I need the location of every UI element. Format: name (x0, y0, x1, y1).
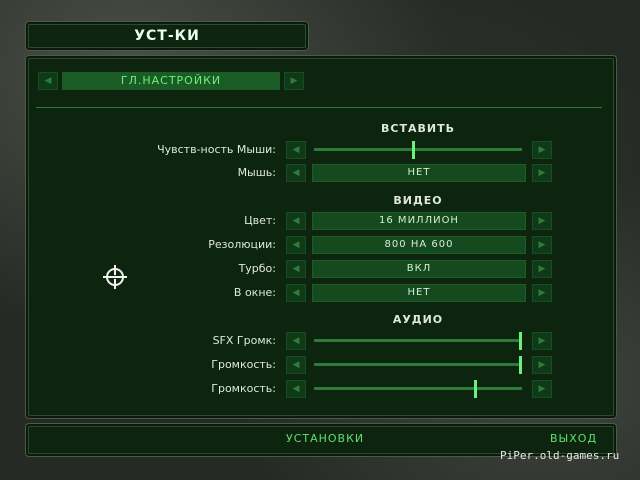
mouse-label: Мышь: (237, 166, 276, 179)
left-arrow-icon: ◀ (44, 76, 52, 86)
left-arrow-icon: ◀ (292, 240, 300, 250)
left-arrow-icon: ◀ (292, 360, 300, 370)
volume-1-label: Громкость: (211, 358, 276, 371)
right-arrow-icon: ▶ (538, 264, 546, 274)
color-prev[interactable]: ◀ (286, 212, 306, 230)
volume-1-increase[interactable]: ▶ (532, 356, 552, 374)
menu-label: ГЛ.НАСТРОЙКИ (62, 72, 280, 90)
right-arrow-icon: ▶ (538, 336, 546, 346)
turbo-label: Турбо: (238, 262, 276, 275)
left-arrow-icon: ◀ (292, 288, 300, 298)
right-arrow-icon: ▶ (538, 216, 546, 226)
volume-2-increase[interactable]: ▶ (532, 380, 552, 398)
turbo-value: ВКЛ (312, 260, 526, 278)
turbo-prev[interactable]: ◀ (286, 260, 306, 278)
mouse-sensitivity-label: Чувств-ность Мыши: (157, 143, 276, 156)
sfx-volume-label: SFX Громк: (212, 334, 276, 347)
sfx-volume-slider[interactable] (314, 339, 522, 342)
menu-prev-button[interactable]: ◀ (38, 72, 58, 90)
right-arrow-icon: ▶ (538, 384, 546, 394)
color-value: 16 МИЛЛИОН (312, 212, 526, 230)
mouse-value: НЕТ (312, 164, 526, 182)
left-arrow-icon: ◀ (292, 384, 300, 394)
screen-title: УСТ-КИ (134, 28, 200, 44)
sfx-volume-thumb[interactable] (519, 332, 522, 350)
volume-2-label: Громкость: (211, 382, 276, 395)
right-arrow-icon: ▶ (538, 360, 546, 370)
menu-next-button[interactable]: ▶ (284, 72, 304, 90)
volume-1-slider[interactable] (314, 363, 522, 366)
windowed-value: НЕТ (312, 284, 526, 302)
left-arrow-icon: ◀ (292, 336, 300, 346)
volume-1-decrease[interactable]: ◀ (286, 356, 306, 374)
left-arrow-icon: ◀ (292, 264, 300, 274)
right-arrow-icon: ▶ (538, 288, 546, 298)
left-arrow-icon: ◀ (292, 168, 300, 178)
volume-1-thumb[interactable] (519, 356, 522, 374)
color-next[interactable]: ▶ (532, 212, 552, 230)
color-label: Цвет: (244, 214, 276, 227)
windowed-prev[interactable]: ◀ (286, 284, 306, 302)
divider (36, 107, 602, 108)
resolution-value: 800 НА 600 (312, 236, 526, 254)
install-button[interactable]: УСТАНОВКИ (286, 432, 364, 445)
right-arrow-icon: ▶ (538, 145, 546, 155)
volume-2-thumb[interactable] (474, 380, 477, 398)
volume-2-decrease[interactable]: ◀ (286, 380, 306, 398)
volume-2-slider[interactable] (314, 387, 522, 390)
section-audio-heading: АУДИО (392, 313, 444, 326)
mouse-sensitivity-decrease[interactable]: ◀ (286, 141, 306, 159)
mouse-sensitivity-thumb[interactable] (412, 141, 415, 159)
left-arrow-icon: ◀ (292, 216, 300, 226)
sfx-volume-increase[interactable]: ▶ (532, 332, 552, 350)
right-arrow-icon: ▶ (538, 240, 546, 250)
mouse-sensitivity-increase[interactable]: ▶ (532, 141, 552, 159)
crosshair-cursor-icon (103, 265, 127, 289)
section-input-heading: ВСТАВИТЬ (381, 122, 455, 135)
windowed-next[interactable]: ▶ (532, 284, 552, 302)
resolution-next[interactable]: ▶ (532, 236, 552, 254)
watermark: PiPer.old-games.ru (500, 449, 620, 462)
exit-button[interactable]: ВЫХОД (550, 432, 597, 445)
resolution-prev[interactable]: ◀ (286, 236, 306, 254)
resolution-label: Резолюции: (208, 238, 276, 251)
title-bar: УСТ-КИ (26, 22, 308, 50)
sfx-volume-decrease[interactable]: ◀ (286, 332, 306, 350)
mouse-prev[interactable]: ◀ (286, 164, 306, 182)
left-arrow-icon: ◀ (292, 145, 300, 155)
mouse-sensitivity-slider[interactable] (314, 148, 522, 151)
windowed-label: В окне: (233, 286, 276, 299)
section-video-heading: ВИДЕО (393, 194, 443, 207)
right-arrow-icon: ▶ (538, 168, 546, 178)
turbo-next[interactable]: ▶ (532, 260, 552, 278)
mouse-next[interactable]: ▶ (532, 164, 552, 182)
right-arrow-icon: ▶ (290, 76, 298, 86)
